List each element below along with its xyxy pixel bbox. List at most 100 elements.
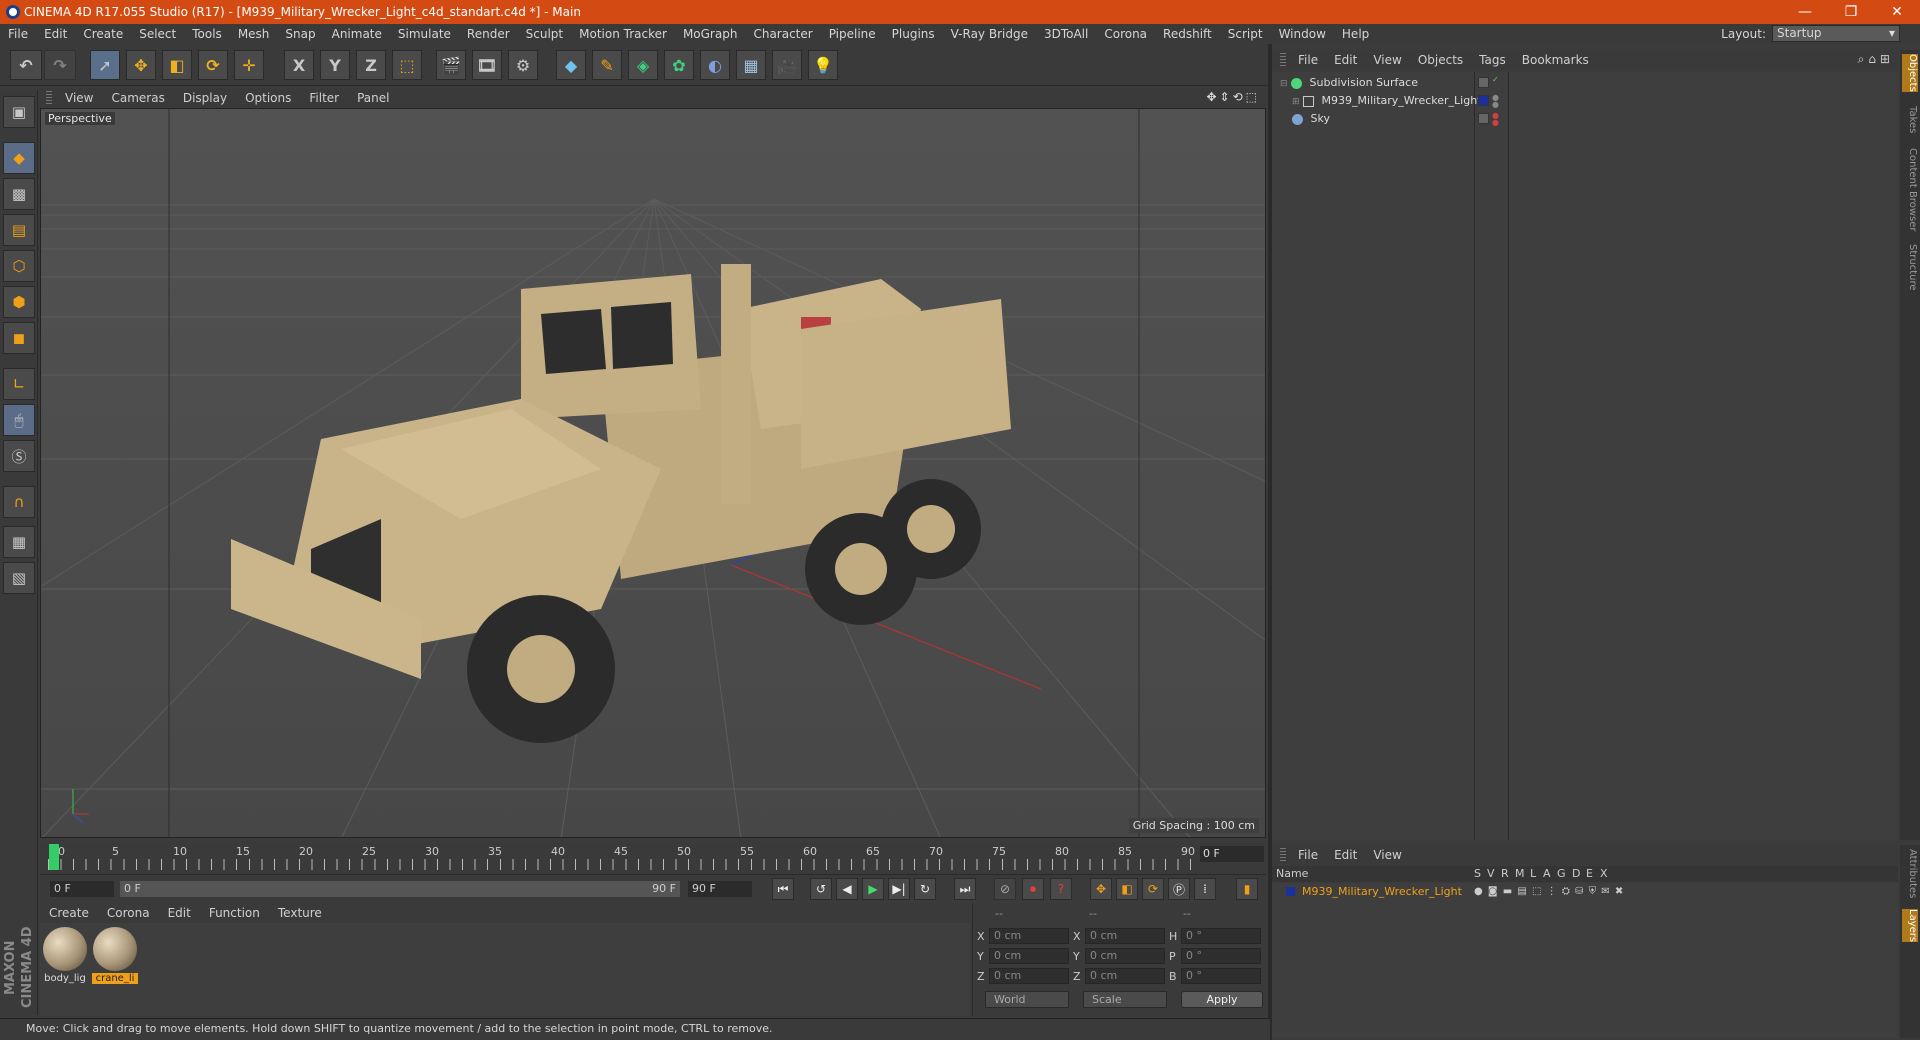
rotation-b-field[interactable]: 0 ° <box>1181 968 1261 984</box>
playhead-handle[interactable] <box>49 844 59 870</box>
menu-select[interactable]: Select <box>131 27 184 41</box>
size-y-field[interactable]: 0 cm <box>1085 948 1165 964</box>
position-x-field[interactable]: 0 cm <box>989 928 1069 944</box>
autokey-icon[interactable]: ? <box>1050 878 1072 900</box>
workplane-mode-icon[interactable]: ▤ <box>3 214 35 246</box>
viewport-menu-view[interactable]: View <box>56 91 102 105</box>
layer-menu-edit[interactable]: Edit <box>1326 848 1365 862</box>
axis-z-button[interactable]: Z <box>356 50 386 80</box>
layer-tag-icon[interactable] <box>1478 77 1489 88</box>
edges-mode-icon[interactable]: ⬢ <box>3 286 35 318</box>
object-menu-bookmarks[interactable]: Bookmarks <box>1514 53 1597 67</box>
menu-tools[interactable]: Tools <box>184 27 230 41</box>
solo-mode-icon[interactable]: Ⓢ <box>3 440 35 472</box>
minimize-button[interactable]: — <box>1782 0 1828 24</box>
menu-help[interactable]: Help <box>1334 27 1377 41</box>
key-position-icon[interactable]: ✥ <box>1090 878 1112 900</box>
menu-plugins[interactable]: Plugins <box>884 27 943 41</box>
material-menu-function[interactable]: Function <box>200 906 269 920</box>
planar-workplane-icon[interactable]: ▧ <box>3 562 35 594</box>
panel-grip-icon[interactable] <box>1280 53 1286 67</box>
rotation-p-field[interactable]: 0 ° <box>1181 948 1261 964</box>
live-selection-icon[interactable]: ✛ <box>234 50 264 80</box>
menu-window[interactable]: Window <box>1271 27 1334 41</box>
coordinate-system-icon[interactable]: ⬚ <box>392 50 422 80</box>
deformer-icon[interactable]: ◐ <box>700 50 730 80</box>
column-render[interactable]: R <box>1501 866 1509 882</box>
render-view-icon[interactable]: 🎬 <box>436 50 466 80</box>
polygons-mode-icon[interactable]: ◼ <box>3 322 35 354</box>
menu-edit[interactable]: Edit <box>36 27 75 41</box>
texture-mode-icon[interactable]: ▩ <box>3 178 35 210</box>
menu-vray-bridge[interactable]: V-Ray Bridge <box>943 27 1036 41</box>
menu-character[interactable]: Character <box>745 27 820 41</box>
key-rotation-icon[interactable]: ⟳ <box>1142 878 1164 900</box>
menu-pipeline[interactable]: Pipeline <box>821 27 884 41</box>
perspective-viewport[interactable]: Perspective Grid Spacing : 100 cm <box>40 108 1266 838</box>
material-menu-create[interactable]: Create <box>40 906 98 920</box>
prev-frame-icon[interactable]: ◀ <box>836 878 858 900</box>
tab-structure[interactable]: Structure <box>1902 244 1918 291</box>
tab-attributes[interactable]: Attributes <box>1902 849 1918 898</box>
current-frame-field[interactable]: 0 F <box>1200 846 1264 862</box>
object-row-sky[interactable]: Sky ● ● <box>1272 110 1898 128</box>
layer-row[interactable]: M939_Military_Wrecker_Light ● ◙ ▬ ▤ ⬚ ⋮ … <box>1272 883 1898 901</box>
tab-takes[interactable]: Takes <box>1902 106 1918 133</box>
timeline-window-icon[interactable]: ▮ <box>1236 878 1258 900</box>
prev-key-icon[interactable]: ↺ <box>810 878 832 900</box>
key-pla-icon[interactable]: ⁞ <box>1194 878 1216 900</box>
layer-menu-view[interactable]: View <box>1365 848 1409 862</box>
frame-range-slider[interactable]: 0 F 90 F <box>120 881 680 897</box>
material-crane-swatch[interactable]: crane_li <box>92 927 138 984</box>
select-arrow-icon[interactable]: ➚ <box>90 50 120 80</box>
column-animation[interactable]: A <box>1543 866 1551 882</box>
cloner-icon[interactable]: ✿ <box>664 50 694 80</box>
layer-name[interactable]: M939_Military_Wrecker_Light <box>1302 883 1462 901</box>
redo-icon[interactable]: ↷ <box>44 50 76 80</box>
column-manager[interactable]: M <box>1515 866 1525 882</box>
column-xref[interactable]: X <box>1600 866 1608 882</box>
points-mode-icon[interactable]: ⬡ <box>3 250 35 282</box>
layer-color-icon[interactable] <box>1286 887 1295 896</box>
menu-create[interactable]: Create <box>75 27 131 41</box>
menu-corona[interactable]: Corona <box>1096 27 1155 41</box>
viewport-menu-cameras[interactable]: Cameras <box>102 91 173 105</box>
axis-x-button[interactable]: X <box>284 50 314 80</box>
coord-mode-dropdown[interactable]: Scale <box>1083 991 1167 1008</box>
rotation-h-field[interactable]: 0 ° <box>1181 928 1261 944</box>
close-button[interactable]: ✕ <box>1874 0 1920 24</box>
axis-y-button[interactable]: Y <box>320 50 350 80</box>
menu-animate[interactable]: Animate <box>324 27 390 41</box>
menu-snap[interactable]: Snap <box>277 27 323 41</box>
layer-toggle-icons[interactable]: ● ◙ ▬ ▤ ⬚ ⋮ ⛭ ⛁ ⛨ ✉ ✖ <box>1474 883 1624 901</box>
rotate-tool-icon[interactable]: ⟳ <box>198 50 228 80</box>
menu-simulate[interactable]: Simulate <box>390 27 459 41</box>
apply-button[interactable]: Apply <box>1181 991 1263 1008</box>
viewport-menu-display[interactable]: Display <box>174 91 236 105</box>
panel-grip-icon[interactable] <box>1280 848 1286 862</box>
next-key-icon[interactable]: ↻ <box>914 878 936 900</box>
scale-tool-icon[interactable]: ◧ <box>162 50 192 80</box>
position-z-field[interactable]: 0 cm <box>989 968 1069 984</box>
tab-content-browser[interactable]: Content Browser <box>1902 148 1918 231</box>
render-to-picture-viewer-icon[interactable]: 🎞 <box>472 50 502 80</box>
visibility-dots-icon[interactable]: ● ● <box>1492 94 1499 109</box>
viewport-menu-options[interactable]: Options <box>236 91 300 105</box>
layer-menu-file[interactable]: File <box>1290 848 1326 862</box>
menu-file[interactable]: File <box>0 27 36 41</box>
viewport-menu-panel[interactable]: Panel <box>348 91 398 105</box>
object-row-subdivision[interactable]: ⊟ Subdivision Surface ✓ <box>1272 74 1898 92</box>
object-manager-search-icon[interactable]: ⌕⌂⊞ <box>1858 52 1894 67</box>
next-frame-icon[interactable]: ▶| <box>888 878 910 900</box>
move-tool-icon[interactable]: ✥ <box>126 50 156 80</box>
play-icon[interactable]: ▶ <box>862 878 884 900</box>
goto-start-icon[interactable]: ⏮ <box>772 878 794 900</box>
goto-end-icon[interactable]: ⏭ <box>954 878 976 900</box>
model-mode-icon[interactable]: ◆ <box>3 142 35 174</box>
axis-mode-icon[interactable]: ∟ <box>3 368 35 400</box>
end-frame-field[interactable]: 90 F <box>688 881 752 897</box>
undo-icon[interactable]: ↶ <box>10 50 42 80</box>
column-deformers[interactable]: D <box>1572 866 1580 882</box>
visibility-check-icon[interactable]: ✓ <box>1492 76 1499 90</box>
camera-icon[interactable]: 🎥 <box>772 50 802 80</box>
